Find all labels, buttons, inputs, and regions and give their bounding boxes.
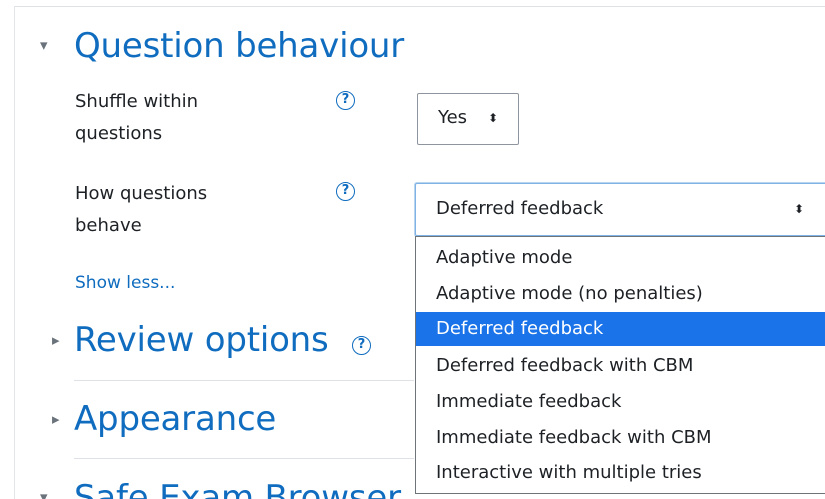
select-arrows-icon: ⬍ bbox=[794, 202, 805, 216]
quiz-settings-form: ▾ Question behaviour Shuffle within ques… bbox=[0, 0, 825, 499]
section-title: Review options bbox=[74, 320, 329, 360]
caret-down-icon: ▾ bbox=[40, 488, 48, 499]
behave-select-value: Deferred feedback bbox=[436, 198, 604, 219]
shuffle-select-value: Yes bbox=[438, 107, 468, 128]
dropdown-option-interactive-multiple-tries[interactable]: Interactive with multiple tries bbox=[416, 456, 825, 490]
show-less-link[interactable]: Show less... bbox=[75, 269, 175, 297]
select-arrows-icon: ⬍ bbox=[488, 111, 499, 125]
dropdown-option-immediate-feedback[interactable]: Immediate feedback bbox=[416, 385, 825, 419]
section-question-behaviour-header[interactable]: ▾ Question behaviour bbox=[40, 26, 460, 66]
caret-right-icon: ▸ bbox=[52, 410, 60, 428]
help-icon[interactable]: ? bbox=[336, 91, 355, 110]
caret-down-icon: ▾ bbox=[40, 36, 48, 54]
dropdown-option-adaptive-mode[interactable]: Adaptive mode bbox=[416, 241, 825, 275]
dropdown-option-deferred-feedback-cbm[interactable]: Deferred feedback with CBM bbox=[416, 349, 825, 383]
help-icon[interactable]: ? bbox=[336, 182, 355, 201]
section-title: Safe Exam Browser bbox=[74, 478, 401, 499]
behave-dropdown-list: Adaptive mode Adaptive mode (no penaltie… bbox=[415, 236, 825, 494]
caret-right-icon: ▸ bbox=[52, 331, 60, 349]
section-divider bbox=[74, 380, 414, 381]
section-title: Appearance bbox=[74, 399, 277, 439]
behave-label: How questions behave bbox=[75, 183, 208, 236]
behave-select[interactable]: Deferred feedback ⬍ bbox=[415, 183, 825, 236]
section-appearance-header[interactable]: ▸ Appearance bbox=[40, 399, 380, 441]
section-safe-exam-browser-header[interactable]: ▾ Safe Exam Browser bbox=[40, 478, 420, 499]
section-title: Question behaviour bbox=[74, 26, 405, 66]
section-review-options-header[interactable]: ▸ Review options ? bbox=[40, 320, 410, 362]
shuffle-label: Shuffle within questions bbox=[75, 91, 199, 144]
help-icon[interactable]: ? bbox=[352, 336, 371, 355]
section-divider bbox=[74, 458, 414, 459]
dropdown-option-adaptive-mode-no-penalties[interactable]: Adaptive mode (no penalties) bbox=[416, 277, 825, 311]
shuffle-select[interactable]: Yes ⬍ bbox=[417, 93, 519, 145]
dropdown-option-deferred-feedback[interactable]: Deferred feedback bbox=[416, 312, 825, 346]
dropdown-option-immediate-feedback-cbm[interactable]: Immediate feedback with CBM bbox=[416, 421, 825, 455]
top-divider bbox=[14, 6, 825, 7]
left-border bbox=[14, 6, 15, 499]
